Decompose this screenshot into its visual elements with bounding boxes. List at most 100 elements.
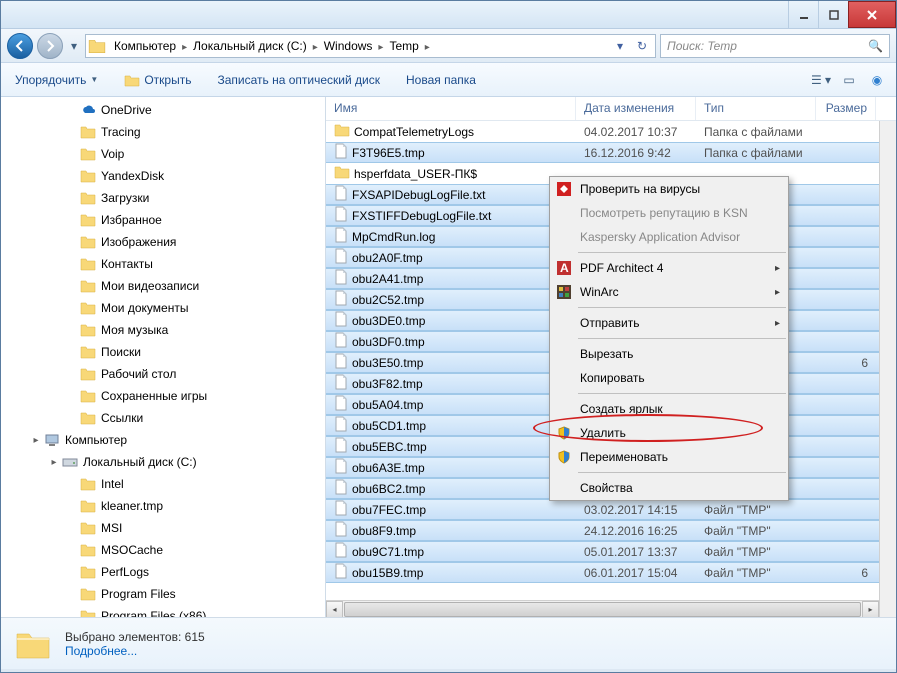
tree-item[interactable]: Рабочий стол: [1, 363, 325, 385]
tree-item[interactable]: Загрузки: [1, 187, 325, 209]
address-dropdown-icon[interactable]: ▾: [609, 35, 631, 57]
view-options-button[interactable]: ☰ ▾: [810, 69, 832, 91]
cloud-icon: [79, 102, 97, 118]
tree-item[interactable]: Избранное: [1, 209, 325, 231]
preview-pane-button[interactable]: ▭: [838, 69, 860, 91]
tree-item[interactable]: PerfLogs: [1, 561, 325, 583]
context-menu-item[interactable]: Вырезать: [550, 342, 788, 366]
tree-item[interactable]: MSI: [1, 517, 325, 539]
folder-icon: [79, 586, 97, 602]
column-size[interactable]: Размер: [816, 97, 876, 120]
context-menu-item[interactable]: Посмотреть репутацию в KSN: [550, 201, 788, 225]
chevron-right-icon[interactable]: ▸: [423, 42, 432, 53]
refresh-icon[interactable]: ↻: [631, 35, 653, 57]
file-size: 6: [816, 356, 876, 370]
tree-item[interactable]: Voip: [1, 143, 325, 165]
context-menu-item[interactable]: WinArc▸: [550, 280, 788, 304]
tree-item[interactable]: ▸Локальный диск (C:): [1, 451, 325, 473]
tree-item[interactable]: Intel: [1, 473, 325, 495]
address-bar[interactable]: Компьютер▸Локальный диск (C:)▸Windows▸Te…: [85, 34, 656, 58]
column-name[interactable]: Имя: [326, 97, 576, 120]
vertical-scrollbar[interactable]: [879, 121, 896, 617]
context-menu-item[interactable]: Создать ярлык: [550, 397, 788, 421]
close-button[interactable]: [848, 1, 896, 28]
context-menu-item[interactable]: Свойства: [550, 476, 788, 500]
context-menu-item[interactable]: APDF Architect 4▸: [550, 256, 788, 280]
tree-item[interactable]: Поиски: [1, 341, 325, 363]
tree-expand-icon[interactable]: ▸: [47, 457, 61, 468]
tree-item[interactable]: YandexDisk: [1, 165, 325, 187]
status-selection-count: Выбрано элементов: 615: [65, 630, 205, 644]
minimize-button[interactable]: [788, 1, 818, 28]
tree-item[interactable]: Сохраненные игры: [1, 385, 325, 407]
file-row[interactable]: CompatTelemetryLogs04.02.2017 10:37Папка…: [326, 121, 896, 142]
new-folder-button[interactable]: Новая папка: [400, 69, 482, 91]
search-icon: 🔍: [868, 39, 883, 53]
tree-item[interactable]: Program Files: [1, 583, 325, 605]
help-button[interactable]: ◉: [866, 69, 888, 91]
column-type[interactable]: Тип: [696, 97, 816, 120]
chevron-right-icon[interactable]: ▸: [311, 42, 320, 53]
file-row[interactable]: obu9C71.tmp05.01.2017 13:37Файл "TMP": [326, 541, 896, 562]
search-input[interactable]: Поиск: Temp 🔍: [660, 34, 890, 58]
chevron-right-icon[interactable]: ▸: [180, 42, 189, 53]
tree-item[interactable]: Мои документы: [1, 297, 325, 319]
tree-item[interactable]: Моя музыка: [1, 319, 325, 341]
tree-item[interactable]: OneDrive: [1, 99, 325, 121]
maximize-button[interactable]: [818, 1, 848, 28]
horizontal-scrollbar[interactable]: ◂▸: [326, 600, 879, 617]
file-row[interactable]: obu15B9.tmp06.01.2017 15:04Файл "TMP"6: [326, 562, 896, 583]
tree-item[interactable]: Tracing: [1, 121, 325, 143]
context-menu-item[interactable]: Kaspersky Application Advisor: [550, 225, 788, 249]
file-row[interactable]: F3T96E5.tmp16.12.2016 9:42Папка с файлам…: [326, 142, 896, 163]
context-menu-item[interactable]: Копировать: [550, 366, 788, 390]
burn-button[interactable]: Записать на оптический диск: [211, 69, 386, 91]
nav-history-dropdown[interactable]: ▾: [67, 39, 81, 53]
forward-button[interactable]: [37, 33, 63, 59]
search-placeholder: Поиск: Temp: [667, 39, 737, 53]
folder-icon: [79, 146, 97, 162]
context-menu: Проверить на вирусыПосмотреть репутацию …: [549, 176, 789, 501]
file-row[interactable]: obu7FEC.tmp03.02.2017 14:15Файл "TMP": [326, 499, 896, 520]
file-name: FXSAPIDebugLogFile.txt: [352, 188, 485, 202]
tree-item-label: Моя музыка: [101, 323, 168, 337]
ctx-item-label: Удалить: [580, 426, 626, 440]
open-button[interactable]: Открыть: [118, 69, 197, 91]
breadcrumb-item[interactable]: Компьютер: [110, 39, 180, 53]
tree-item[interactable]: MSOCache: [1, 539, 325, 561]
tree-item[interactable]: Ссылки: [1, 407, 325, 429]
folder-icon: [79, 234, 97, 250]
tree-item-label: Intel: [101, 477, 124, 491]
file-icon: [334, 416, 348, 435]
context-menu-item[interactable]: Проверить на вирусы: [550, 177, 788, 201]
organize-button[interactable]: Упорядочить▼: [9, 69, 104, 91]
tree-item[interactable]: Мои видеозаписи: [1, 275, 325, 297]
folder-icon: [334, 165, 350, 182]
status-more-link[interactable]: Подробнее...: [65, 644, 205, 658]
back-button[interactable]: [7, 33, 33, 59]
tree-item-label: Компьютер: [65, 433, 127, 447]
file-icon: [334, 500, 348, 519]
tree-item-label: Program Files: [101, 587, 176, 601]
status-folder-icon: [13, 624, 53, 664]
tree-item[interactable]: ▸ Компьютер: [1, 429, 325, 451]
file-icon: [334, 269, 348, 288]
context-menu-item[interactable]: Отправить▸: [550, 311, 788, 335]
svg-text:A: A: [560, 261, 569, 275]
tree-item[interactable]: Program Files (x86): [1, 605, 325, 617]
tree-sidebar[interactable]: OneDriveTracingVoipYandexDiskЗагрузкиИзб…: [1, 97, 326, 617]
file-row[interactable]: obu8F9.tmp24.12.2016 16:25Файл "TMP": [326, 520, 896, 541]
tree-item[interactable]: kleaner.tmp: [1, 495, 325, 517]
context-menu-item[interactable]: Переименовать: [550, 445, 788, 469]
column-date[interactable]: Дата изменения: [576, 97, 696, 120]
context-menu-item[interactable]: Удалить: [550, 421, 788, 445]
breadcrumb-item[interactable]: Локальный диск (C:): [189, 39, 311, 53]
breadcrumb-item[interactable]: Windows: [320, 39, 377, 53]
breadcrumb-item[interactable]: Temp: [385, 39, 422, 53]
tree-item[interactable]: Изображения: [1, 231, 325, 253]
file-icon: [334, 227, 348, 246]
open-icon: [124, 73, 140, 87]
tree-expand-icon[interactable]: ▸: [29, 435, 43, 446]
file-size: 6: [816, 566, 876, 580]
tree-item[interactable]: Контакты: [1, 253, 325, 275]
